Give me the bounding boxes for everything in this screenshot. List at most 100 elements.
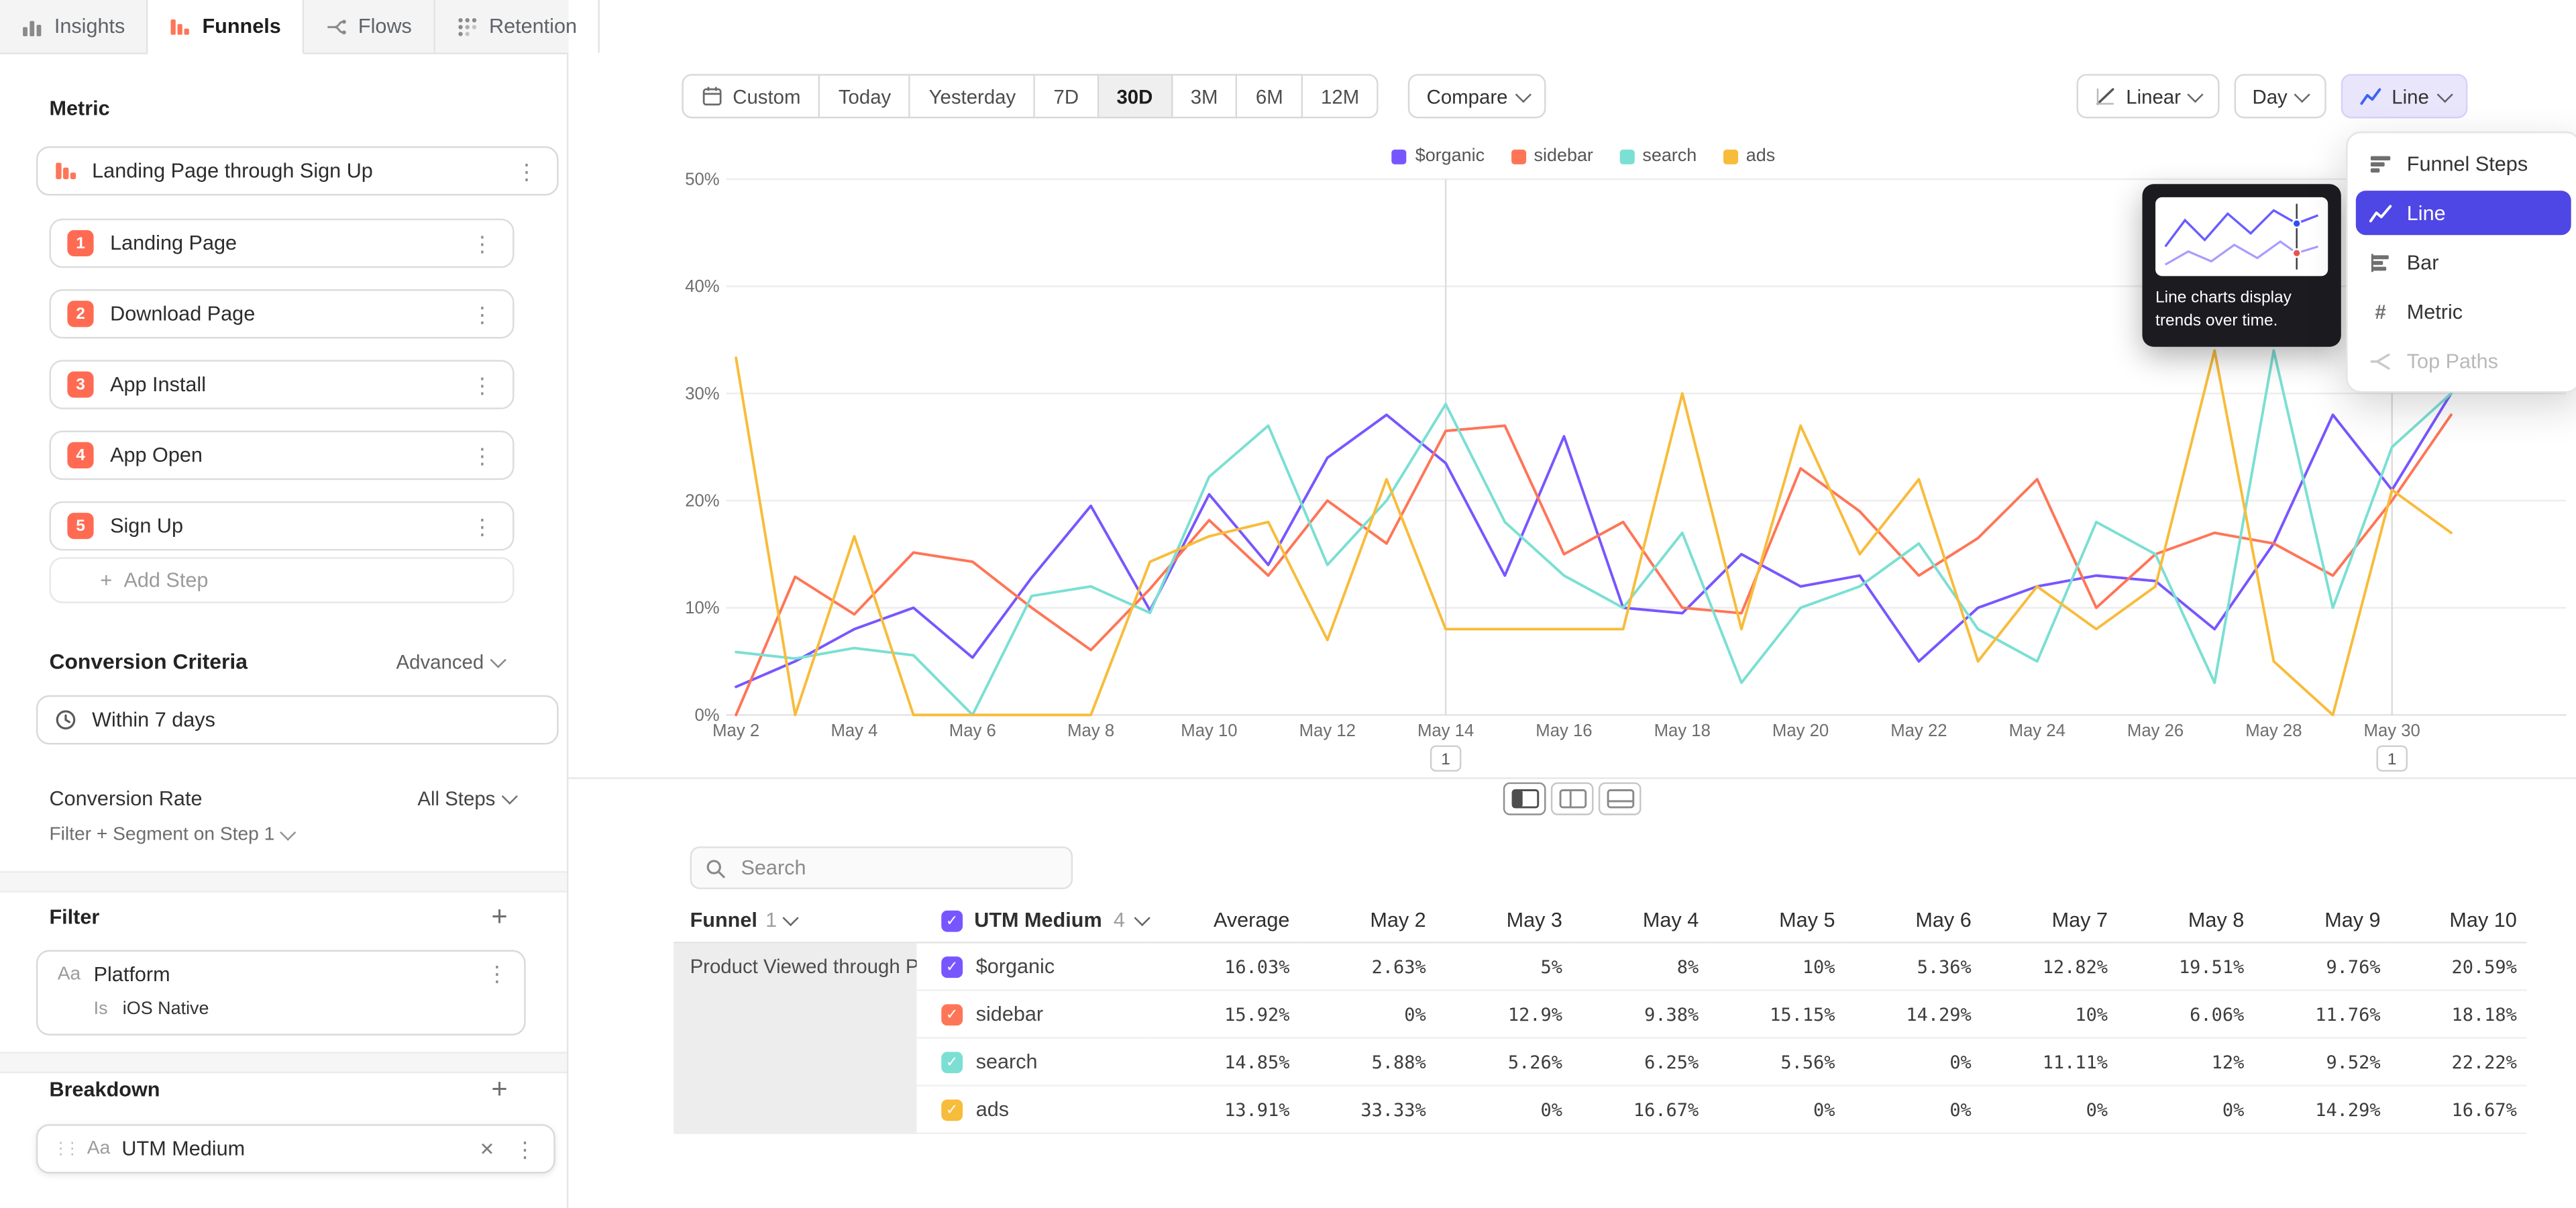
menu-item-metric[interactable]: # Metric [2356, 289, 2571, 334]
range-12m-button[interactable]: 12M [1303, 74, 1379, 118]
tab-retention[interactable]: Retention [435, 0, 600, 52]
column-header-may-9[interactable]: May 9 [2254, 899, 2390, 944]
funnel-definition-card[interactable]: Landing Page through Sign Up ⋮ [36, 146, 559, 195]
funnel-column-header[interactable]: Funnel1 [674, 899, 916, 944]
legend-item-organic[interactable]: $organic [1392, 146, 1485, 166]
table-cell: 5% [1436, 944, 1572, 991]
column-header-may-3[interactable]: May 3 [1436, 899, 1572, 944]
conversion-window[interactable]: Within 7 days [36, 695, 559, 744]
kebab-menu-icon[interactable]: ⋮ [468, 515, 496, 537]
kebab-menu-icon[interactable]: ⋮ [468, 374, 496, 395]
column-header-may-8[interactable]: May 8 [2118, 899, 2254, 944]
menu-item-top-paths: Top Paths [2356, 338, 2571, 383]
select-all-checkbox[interactable]: ✓ [941, 910, 963, 932]
tooltip-text: Line charts display trends over time. [2155, 288, 2328, 334]
add-breakdown-button[interactable]: + [491, 1075, 507, 1103]
kebab-menu-icon[interactable]: ⋮ [468, 444, 496, 466]
search-input[interactable] [738, 854, 1059, 880]
svg-text:30%: 30% [685, 385, 719, 403]
day-label: Day [2252, 85, 2287, 107]
advanced-dropdown[interactable]: Advanced [396, 651, 503, 674]
layout-split-vertical-button[interactable] [1551, 783, 1594, 815]
table-row-label-ads[interactable]: ✓ads [917, 1087, 1150, 1134]
menu-item-bar[interactable]: Bar [2356, 240, 2571, 285]
table-row-label-search[interactable]: ✓search [917, 1039, 1150, 1087]
tab-insights[interactable]: Insights [0, 0, 148, 52]
svg-text:10%: 10% [685, 599, 719, 617]
legend-item-search[interactable]: search [1619, 146, 1697, 166]
compare-button[interactable]: Compare [1409, 74, 1546, 118]
legend-item-ads[interactable]: ads [1723, 146, 1775, 166]
column-header-may-5[interactable]: May 5 [1709, 899, 1845, 944]
row-checkbox[interactable]: ✓ [941, 1051, 963, 1072]
table-cell: 11.11% [1981, 1039, 2117, 1087]
table-cell: 9.76% [2254, 944, 2390, 991]
tab-flows[interactable]: Flows [304, 0, 435, 52]
filter-segment-dropdown[interactable]: Filter + Segment on Step 1 [49, 825, 293, 844]
step-label: Download Page [110, 303, 451, 325]
row-checkbox[interactable]: ✓ [941, 956, 963, 977]
column-header-may-7[interactable]: May 7 [1981, 899, 2117, 944]
table-cell: 0% [1299, 991, 1436, 1039]
breakdown-utm-card[interactable]: ⋮⋮ Aa UTM Medium ✕ ⋮ [36, 1124, 555, 1173]
table-cell: 9.52% [2254, 1039, 2390, 1087]
all-steps-dropdown[interactable]: All Steps [417, 787, 514, 810]
column-header-average[interactable]: Average [1150, 899, 1299, 944]
funnel-step-app-install[interactable]: 3App Install⋮ [49, 360, 514, 409]
filter-value[interactable]: iOS Native [123, 999, 209, 1019]
range-7d-button[interactable]: 7D [1036, 74, 1099, 118]
column-header-may-6[interactable]: May 6 [1845, 899, 1981, 944]
row-checkbox[interactable]: ✓ [941, 1003, 963, 1025]
add-filter-button[interactable]: + [491, 902, 507, 930]
legend-swatch [1511, 149, 1525, 164]
funnel-step-sign-up[interactable]: 5Sign Up⋮ [49, 501, 514, 550]
range-3m-button[interactable]: 3M [1173, 74, 1238, 118]
funnel-step-landing-page[interactable]: 1Landing Page⋮ [49, 219, 514, 268]
layout-split-bottom-button[interactable] [1599, 783, 1642, 815]
range-30d-button[interactable]: 30D [1099, 74, 1173, 118]
layout-split-left-button[interactable] [1503, 783, 1546, 815]
add-step-button[interactable]: + Add Step [49, 557, 514, 603]
kebab-menu-icon[interactable]: ⋮ [483, 963, 511, 985]
column-header-may-10[interactable]: May 10 [2390, 899, 2526, 944]
row-checkbox[interactable]: ✓ [941, 1099, 963, 1120]
table-row-label-organic[interactable]: ✓$organic [917, 944, 1150, 991]
breakdown-header-label: UTM Medium [974, 909, 1102, 932]
legend-item-sidebar[interactable]: sidebar [1511, 146, 1593, 166]
menu-item-label: Metric [2407, 300, 2463, 323]
drag-handle-icon[interactable]: ⋮⋮ [52, 1140, 75, 1158]
kebab-menu-icon[interactable]: ⋮ [513, 160, 541, 182]
table-cell: 14.29% [2254, 1087, 2390, 1134]
kebab-menu-icon[interactable]: ⋮ [468, 303, 496, 325]
operator-label[interactable]: Is [94, 999, 108, 1019]
chart-type-line-button[interactable]: Line [2341, 74, 2467, 118]
filter-platform-card[interactable]: Aa Platform ⋮ Is iOS Native [36, 950, 526, 1036]
today-button[interactable]: Today [820, 74, 911, 118]
kebab-menu-icon[interactable]: ⋮ [511, 1138, 539, 1160]
interval-day-button[interactable]: Day [2235, 74, 2326, 118]
legend-swatch [1392, 149, 1407, 164]
funnel-step-app-open[interactable]: 4App Open⋮ [49, 431, 514, 480]
breakdown-column-header[interactable]: ✓UTM Medium4 [917, 899, 1150, 944]
table-row-label-sidebar[interactable]: ✓sidebar [917, 991, 1150, 1039]
close-icon[interactable]: ✕ [474, 1138, 499, 1160]
funnel-step-download-page[interactable]: 2Download Page⋮ [49, 289, 514, 338]
line-chart-icon [2369, 201, 2392, 224]
custom-date-button[interactable]: Custom [682, 74, 820, 118]
event-cell[interactable]: Product Viewed through P... [674, 944, 916, 1134]
chevron-down-icon [280, 825, 296, 840]
column-header-may-2[interactable]: May 2 [1299, 899, 1436, 944]
table-cell: 12.82% [1981, 944, 2117, 991]
layout-toggle-group [568, 783, 2576, 815]
funnel-steps-icon [2369, 152, 2392, 175]
table-cell: 8% [1572, 944, 1709, 991]
column-header-may-4[interactable]: May 4 [1572, 899, 1709, 944]
kebab-menu-icon[interactable]: ⋮ [468, 233, 496, 254]
range-6m-button[interactable]: 6M [1238, 74, 1303, 118]
menu-item-funnel-steps[interactable]: Funnel Steps [2356, 142, 2571, 186]
linear-scale-button[interactable]: Linear [2077, 74, 2220, 118]
svg-text:#: # [2375, 301, 2385, 323]
tab-funnels[interactable]: Funnels [148, 0, 304, 54]
yesterday-button[interactable]: Yesterday [911, 74, 1036, 118]
menu-item-line[interactable]: Line [2356, 191, 2571, 235]
